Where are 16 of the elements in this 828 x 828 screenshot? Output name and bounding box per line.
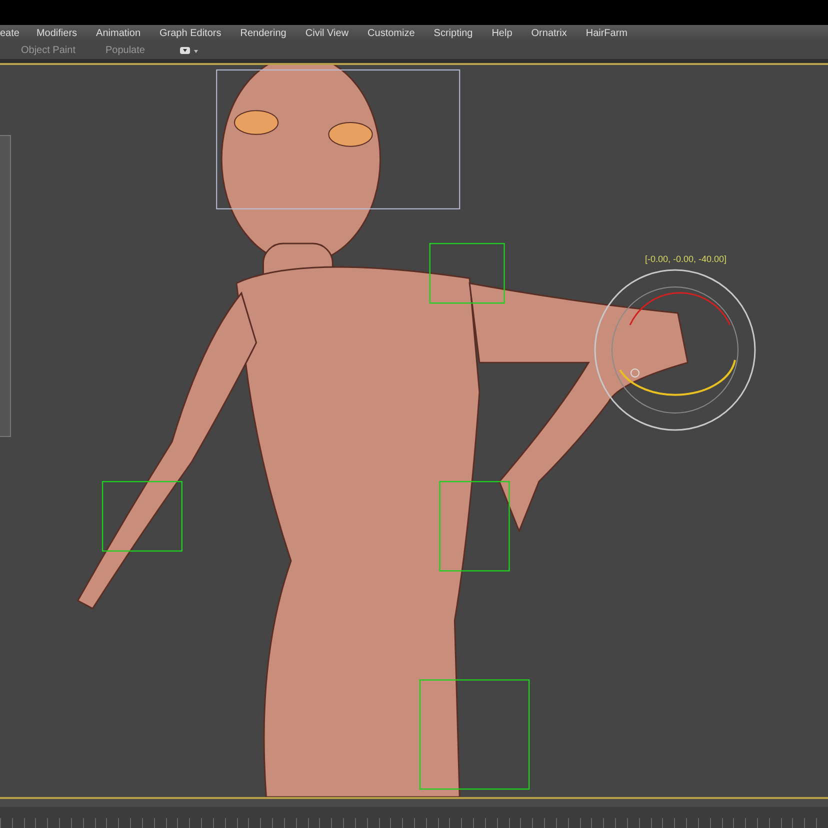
menu-item[interactable]: Scripting [434, 28, 482, 39]
viewport[interactable]: [-0.00, -0.00, -40.00] [0, 63, 828, 799]
menu-item[interactable]: HairFarm [586, 28, 637, 39]
menu-item[interactable]: eate [0, 28, 28, 39]
menu-item[interactable]: Ornatrix [531, 28, 576, 39]
menu-item[interactable]: Customize [368, 28, 424, 39]
dropdown-icon[interactable] [178, 46, 199, 56]
gizmo-readout: [-0.00, -0.00, -40.00] [645, 254, 727, 264]
menu-item[interactable]: Help [492, 28, 522, 39]
menu-item[interactable]: Graph Editors [160, 28, 230, 39]
menu-item[interactable]: Rendering [240, 28, 296, 39]
menu-item[interactable]: Modifiers [36, 28, 86, 39]
menu-item[interactable]: Civil View [305, 28, 358, 39]
ribbon-tab[interactable]: Populate [105, 45, 145, 56]
ribbon-tab[interactable]: Object Paint [21, 45, 76, 56]
menu-item[interactable]: Animation [96, 28, 150, 39]
